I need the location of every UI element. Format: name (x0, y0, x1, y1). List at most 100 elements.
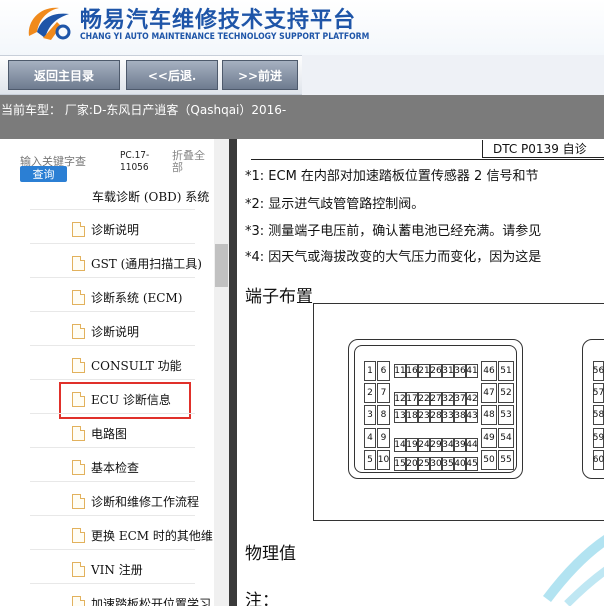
tree-item-label: GST (通用扫描工具) (91, 256, 202, 271)
search-button[interactable]: 查询 (20, 166, 67, 182)
sidebar-scrollbar[interactable] (214, 139, 229, 606)
connector-pin: 46 (481, 361, 497, 381)
tree-item-label: 更换 ECM 时的其他维 (91, 528, 213, 543)
connector-pin: 56 (593, 361, 604, 381)
note-2: *2: 显示进气歧管管路控制阀。 (245, 197, 425, 212)
note-3: *3: 测量端子电压前，确认蓄电池已经充满。请参见 (245, 224, 542, 239)
connector-pin: 47 (481, 383, 497, 403)
tree-item-diag-desc-2[interactable]: 诊断说明 (72, 320, 139, 342)
connector-pin: 8 (377, 405, 390, 425)
app-header: 畅易汽车维修技术支持平台 CHANG YI AUTO MAINTENANCE T… (0, 0, 604, 55)
connector-pin: 10 (377, 450, 390, 470)
tree-separator (30, 209, 195, 210)
connector-pin: 39 (454, 438, 466, 452)
document-icon (72, 527, 85, 543)
physical-values-heading: 物理值 (245, 544, 296, 564)
connector-pin: 50 (481, 450, 497, 470)
tree-item-vin[interactable]: VIN 注册 (72, 558, 143, 580)
connector-pin: 30 (430, 457, 442, 471)
tree-separator (30, 277, 195, 278)
nav-strip: 返回主目录 <<后退. >>前进 (0, 55, 302, 95)
connector-pin: 2 (364, 383, 376, 403)
connector-pin: 42 (466, 392, 478, 406)
tree-item-workflow[interactable]: 诊断和维修工作流程 (72, 490, 199, 512)
connector-pin: 25 (418, 457, 430, 471)
connector-pin: 37 (454, 392, 466, 406)
connector-pin: 35 (442, 457, 454, 471)
connector-pin: 27 (430, 392, 442, 406)
connector-pin: 32 (442, 392, 454, 406)
connector-pin: 57 (593, 383, 604, 403)
tree-item-label: 诊断说明 (91, 222, 140, 237)
tree-item-obd[interactable]: 车载诊断 (OBD) 系统 (72, 185, 209, 207)
connector-pin: 20 (406, 457, 418, 471)
document-icon (72, 289, 85, 305)
tree-item-label: 加速踏板松开位置学习 (91, 596, 212, 606)
tree-item-label: 诊断和维修工作流程 (91, 494, 200, 509)
pc-code-line1: PC.17- (120, 150, 150, 161)
connector-pin: 48 (481, 405, 497, 425)
return-home-button[interactable]: 返回主目录 (8, 60, 120, 90)
dtc-header: DTC P0139 自诊 (482, 140, 604, 158)
tree-item-gst[interactable]: GST (通用扫描工具) (72, 252, 202, 274)
connector-pin: 5 (364, 450, 376, 470)
tree-item-label: 车载诊断 (OBD) 系统 (92, 189, 210, 204)
connector-pin: 45 (466, 457, 478, 471)
connector-pin: 9 (377, 428, 390, 448)
document-icon (72, 221, 85, 237)
document-icon (72, 595, 85, 606)
header-rule (251, 159, 604, 160)
connector-pin: 19 (406, 438, 418, 452)
tree-separator (30, 311, 195, 312)
sidebar-tree: 输入关键字查 查询 PC.17- 11056 折叠全 部 车载诊断 (OBD) … (0, 139, 232, 606)
terminal-layout-heading: 端子布置 (245, 287, 313, 307)
tree-separator (30, 447, 195, 448)
connector-pin: 23 (418, 409, 430, 423)
connector-pin: 18 (406, 409, 418, 423)
connector-pin: 24 (418, 438, 430, 452)
collapse-all-line2: 部 (172, 161, 183, 174)
sidebar-scroll-thumb[interactable] (215, 244, 228, 287)
tree-separator (30, 583, 195, 584)
tree-item-consult[interactable]: CONSULT 功能 (72, 354, 182, 376)
note-1: *1: ECM 在内部对加速踏板位置传感器 2 信号和节 (245, 169, 539, 184)
connector-pin: 16 (406, 364, 418, 378)
document-content: DTC P0139 自诊 *1: ECM 在内部对加速踏板位置传感器 2 信号和… (237, 139, 604, 606)
tree-item-wiring[interactable]: 电路图 (72, 422, 127, 444)
connector-pin: 15 (394, 457, 406, 471)
connector-pin: 38 (454, 409, 466, 423)
connector-pin: 60 (593, 450, 604, 470)
tree-item-label: 诊断系统 (ECM) (91, 290, 183, 305)
connector-pin: 40 (454, 457, 466, 471)
back-button[interactable]: <<后退. (126, 60, 218, 90)
connector-pin: 3 (364, 405, 376, 425)
pane-divider[interactable] (229, 139, 237, 606)
connector-pin: 12 (394, 392, 406, 406)
tree-item-accel-learn[interactable]: 加速踏板松开位置学习 (72, 592, 211, 606)
connector-pin: 52 (498, 383, 514, 403)
forward-button[interactable]: >>前进 (222, 60, 298, 90)
connector-pin: 26 (430, 364, 442, 378)
connector-pin: 33 (442, 409, 454, 423)
connector-pin: 36 (454, 364, 466, 378)
current-vehicle-bar: 当前车型： 厂家:D-东风日产逍客（Qashqai）2016- (0, 95, 604, 139)
tree-separator (30, 243, 195, 244)
connector-pin: 44 (466, 438, 478, 452)
connector-pin: 43 (466, 409, 478, 423)
tree-separator (30, 379, 195, 380)
connector-pin: 54 (498, 428, 514, 448)
tree-item-diag-system[interactable]: 诊断系统 (ECM) (72, 286, 182, 308)
pc-code: PC.17- 11056 (120, 150, 149, 174)
collapse-all-button[interactable]: 折叠全 部 (172, 150, 212, 174)
document-icon (72, 493, 85, 509)
tree-item-diag-desc[interactable]: 诊断说明 (72, 218, 139, 240)
brand-title: 畅易汽车维修技术支持平台 (80, 8, 357, 33)
connector-pin: 55 (498, 450, 514, 470)
connector-pin: 31 (442, 364, 454, 378)
tree-item-ecm-replace[interactable]: 更换 ECM 时的其他维 (72, 524, 213, 546)
tree-item-basic-check[interactable]: 基本检查 (72, 456, 139, 478)
tree-separator (30, 345, 195, 346)
note-4: *4: 因天气或海拔改变的大气压力而变化，因为这是 (245, 250, 542, 265)
tree-separator (30, 549, 195, 550)
connector-pin: 7 (377, 383, 390, 403)
